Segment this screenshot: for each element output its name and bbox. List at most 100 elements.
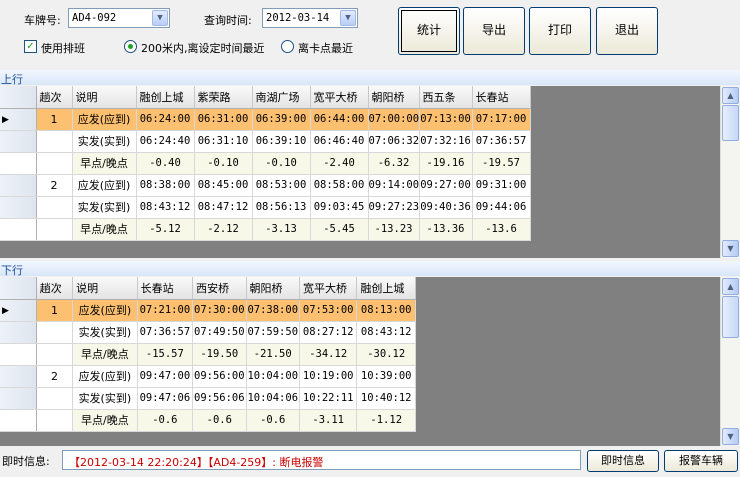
column-header[interactable]: 西安桥 bbox=[192, 277, 247, 300]
date-picker[interactable]: 2012-03-14 ▼ bbox=[262, 8, 358, 28]
scroll-thumb[interactable] bbox=[722, 105, 739, 141]
row-pointer-icon[interactable]: ▶ bbox=[0, 108, 37, 131]
column-header[interactable]: 融创上城 bbox=[356, 277, 416, 300]
table-row[interactable]: 2 应发(应到) 08:38:00 08:45:00 08:53:00 08:58:00 0… bbox=[0, 174, 531, 197]
stats-button[interactable]: 统计 bbox=[398, 7, 460, 55]
column-header[interactable]: 长春站 bbox=[472, 86, 531, 109]
downward-section-title: 下行 bbox=[0, 261, 740, 277]
time-cell: 10:19:00 bbox=[299, 365, 358, 388]
chevron-down-icon[interactable]: ▼ bbox=[152, 10, 168, 26]
column-header[interactable]: 朝阳桥 bbox=[368, 86, 420, 109]
column-header[interactable]: 紫荣路 bbox=[194, 86, 253, 109]
time-cell: 07:30:00 bbox=[192, 299, 247, 322]
table-row[interactable]: 早点/晚点 -0.6 -0.6 -0.6 -3.11 -1.12 bbox=[0, 409, 416, 432]
column-header[interactable]: 西五条 bbox=[419, 86, 473, 109]
table-row[interactable]: 早点/晚点 -5.12 -2.12 -3.13 -5.45 -13.23 -13.36 -13… bbox=[0, 218, 531, 241]
column-header[interactable]: 朝阳桥 bbox=[246, 277, 300, 300]
upward-grid[interactable]: 趟次 说明 融创上城 紫荣路 南湖广场 宽平大桥 朝阳桥 西五条 长春站 ▶ 1 应发(应到) 06:… bbox=[0, 86, 720, 258]
row-header[interactable] bbox=[0, 387, 37, 410]
realtime-info-button[interactable]: 即时信息 bbox=[587, 450, 659, 472]
realtime-info-field[interactable]: 【2012-03-14 22:20:24】【AD4-259】: 断电报警 bbox=[62, 450, 581, 470]
row-header[interactable] bbox=[0, 130, 37, 153]
plate-label: 车牌号: bbox=[24, 14, 61, 27]
column-header[interactable]: 南湖广场 bbox=[252, 86, 311, 109]
downward-grid[interactable]: 趟次 说明 长春站 西安桥 朝阳桥 宽平大桥 融创上城 ▶ 1 应发(应到) 07:21:00 07… bbox=[0, 277, 720, 446]
row-header[interactable] bbox=[0, 152, 37, 175]
table-row[interactable]: ▶ 1 应发(应到) 07:21:00 07:30:00 07:38:00 07:53:00… bbox=[0, 299, 416, 322]
plate-select[interactable]: AD4-092 ▼ bbox=[68, 8, 170, 28]
radio-near-stop[interactable] bbox=[281, 40, 294, 53]
time-cell: 08:56:13 bbox=[252, 196, 311, 219]
column-header[interactable]: 说明 bbox=[72, 277, 138, 300]
time-cell: -5.12 bbox=[136, 218, 195, 241]
time-cell: 08:38:00 bbox=[136, 174, 195, 197]
table-row[interactable]: ▶ 1 应发(应到) 06:24:00 06:31:00 06:39:00 06:44:00… bbox=[0, 108, 531, 131]
column-header[interactable]: 长春站 bbox=[137, 277, 194, 300]
row-header[interactable] bbox=[0, 343, 37, 366]
upward-table: 趟次 说明 融创上城 紫荣路 南湖广场 宽平大桥 朝阳桥 西五条 长春站 ▶ 1 应发(应到) 06:… bbox=[0, 86, 531, 241]
corner-cell bbox=[0, 277, 37, 300]
description-cell: 应发(应到) bbox=[72, 108, 137, 131]
time-cell: -19.50 bbox=[192, 343, 247, 366]
print-button[interactable]: 打印 bbox=[529, 7, 591, 55]
trip-cell bbox=[36, 218, 73, 241]
column-header[interactable]: 趟次 bbox=[36, 86, 73, 109]
time-cell: -3.13 bbox=[252, 218, 311, 241]
table-row[interactable]: 早点/晚点 -0.40 -0.10 -0.10 -2.40 -6.32 -19.16 -19.… bbox=[0, 152, 531, 175]
time-cell: 06:31:10 bbox=[194, 130, 253, 153]
exit-button[interactable]: 退出 bbox=[596, 7, 658, 55]
time-cell: 06:46:40 bbox=[310, 130, 369, 153]
table-row[interactable]: 2 应发(应到) 09:47:00 09:56:00 10:04:00 10:19:00 1… bbox=[0, 365, 416, 388]
column-header[interactable]: 趟次 bbox=[36, 277, 74, 300]
time-cell: 08:47:12 bbox=[194, 196, 253, 219]
row-header[interactable] bbox=[0, 196, 37, 219]
time-cell: 08:53:00 bbox=[252, 174, 311, 197]
column-header[interactable]: 融创上城 bbox=[136, 86, 195, 109]
radio-near-time[interactable] bbox=[124, 40, 137, 53]
table-row[interactable]: 实发(实到) 09:47:06 09:56:06 10:04:06 10:22:11 10… bbox=[0, 387, 416, 410]
trip-cell: 1 bbox=[36, 108, 73, 131]
realtime-info-label: 即时信息: bbox=[2, 455, 50, 468]
column-header[interactable]: 宽平大桥 bbox=[310, 86, 369, 109]
time-cell: 07:36:57 bbox=[137, 321, 194, 344]
row-header[interactable] bbox=[0, 174, 37, 197]
column-header[interactable]: 说明 bbox=[72, 86, 137, 109]
time-cell: 07:00:00 bbox=[368, 108, 420, 131]
table-row[interactable]: 实发(实到) 06:24:40 06:31:10 06:39:10 06:46:40 07… bbox=[0, 130, 531, 153]
row-header[interactable] bbox=[0, 365, 37, 388]
downward-scrollbar[interactable]: ▲ ▼ bbox=[720, 277, 740, 446]
scroll-up-icon[interactable]: ▲ bbox=[722, 278, 739, 295]
trip-cell bbox=[36, 387, 74, 410]
scroll-down-icon[interactable]: ▼ bbox=[722, 428, 739, 445]
time-cell: 08:13:00 bbox=[356, 299, 416, 322]
column-header[interactable]: 宽平大桥 bbox=[299, 277, 358, 300]
row-pointer-icon[interactable]: ▶ bbox=[0, 299, 37, 322]
time-cell: 07:38:00 bbox=[246, 299, 300, 322]
scroll-up-icon[interactable]: ▲ bbox=[722, 87, 739, 104]
time-cell: 09:56:00 bbox=[192, 365, 247, 388]
time-cell: 07:49:50 bbox=[192, 321, 247, 344]
row-header[interactable] bbox=[0, 321, 37, 344]
time-cell: 08:43:12 bbox=[136, 196, 195, 219]
scroll-down-icon[interactable]: ▼ bbox=[722, 240, 739, 257]
scroll-thumb[interactable] bbox=[722, 296, 739, 338]
time-cell: -0.10 bbox=[252, 152, 311, 175]
trip-cell bbox=[36, 321, 74, 344]
upward-scrollbar[interactable]: ▲ ▼ bbox=[720, 86, 740, 258]
time-cell: -5.45 bbox=[310, 218, 369, 241]
table-row[interactable]: 实发(实到) 07:36:57 07:49:50 07:59:50 08:27:12 08… bbox=[0, 321, 416, 344]
chevron-down-icon[interactable]: ▼ bbox=[340, 10, 356, 26]
export-button[interactable]: 导出 bbox=[463, 7, 525, 55]
alarm-vehicles-button[interactable]: 报警车辆 bbox=[664, 450, 738, 472]
row-header[interactable] bbox=[0, 218, 37, 241]
row-header[interactable] bbox=[0, 409, 37, 432]
time-cell: 10:04:06 bbox=[246, 387, 300, 410]
time-cell: 07:53:00 bbox=[299, 299, 358, 322]
table-row[interactable]: 早点/晚点 -15.57 -19.50 -21.50 -34.12 -30.12 bbox=[0, 343, 416, 366]
table-row[interactable]: 实发(实到) 08:43:12 08:47:12 08:56:13 09:03:45 09… bbox=[0, 196, 531, 219]
time-cell: 09:14:00 bbox=[368, 174, 420, 197]
time-cell: 09:40:36 bbox=[419, 196, 473, 219]
time-cell: 07:21:00 bbox=[137, 299, 194, 322]
time-cell: 08:45:00 bbox=[194, 174, 253, 197]
use-schedule-checkbox[interactable]: ✓ bbox=[24, 40, 37, 53]
